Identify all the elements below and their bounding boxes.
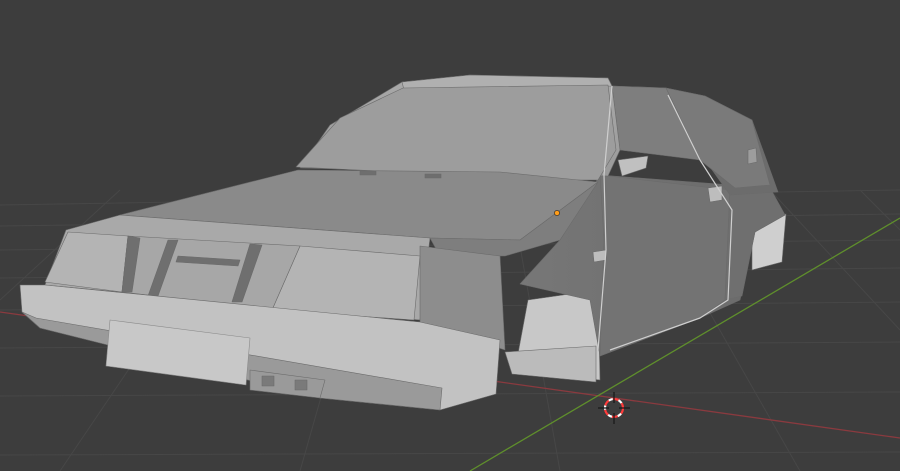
viewport-canvas[interactable] [0, 0, 900, 471]
car-mesh[interactable] [19, 74, 787, 411]
left-headlight [44, 231, 129, 293]
windshield [295, 84, 617, 181]
3d-viewport[interactable] [0, 0, 900, 471]
side-mirror [617, 155, 649, 177]
wiper-right [424, 173, 442, 179]
wiper-left [359, 170, 377, 176]
object-origin-icon[interactable] [554, 210, 560, 216]
